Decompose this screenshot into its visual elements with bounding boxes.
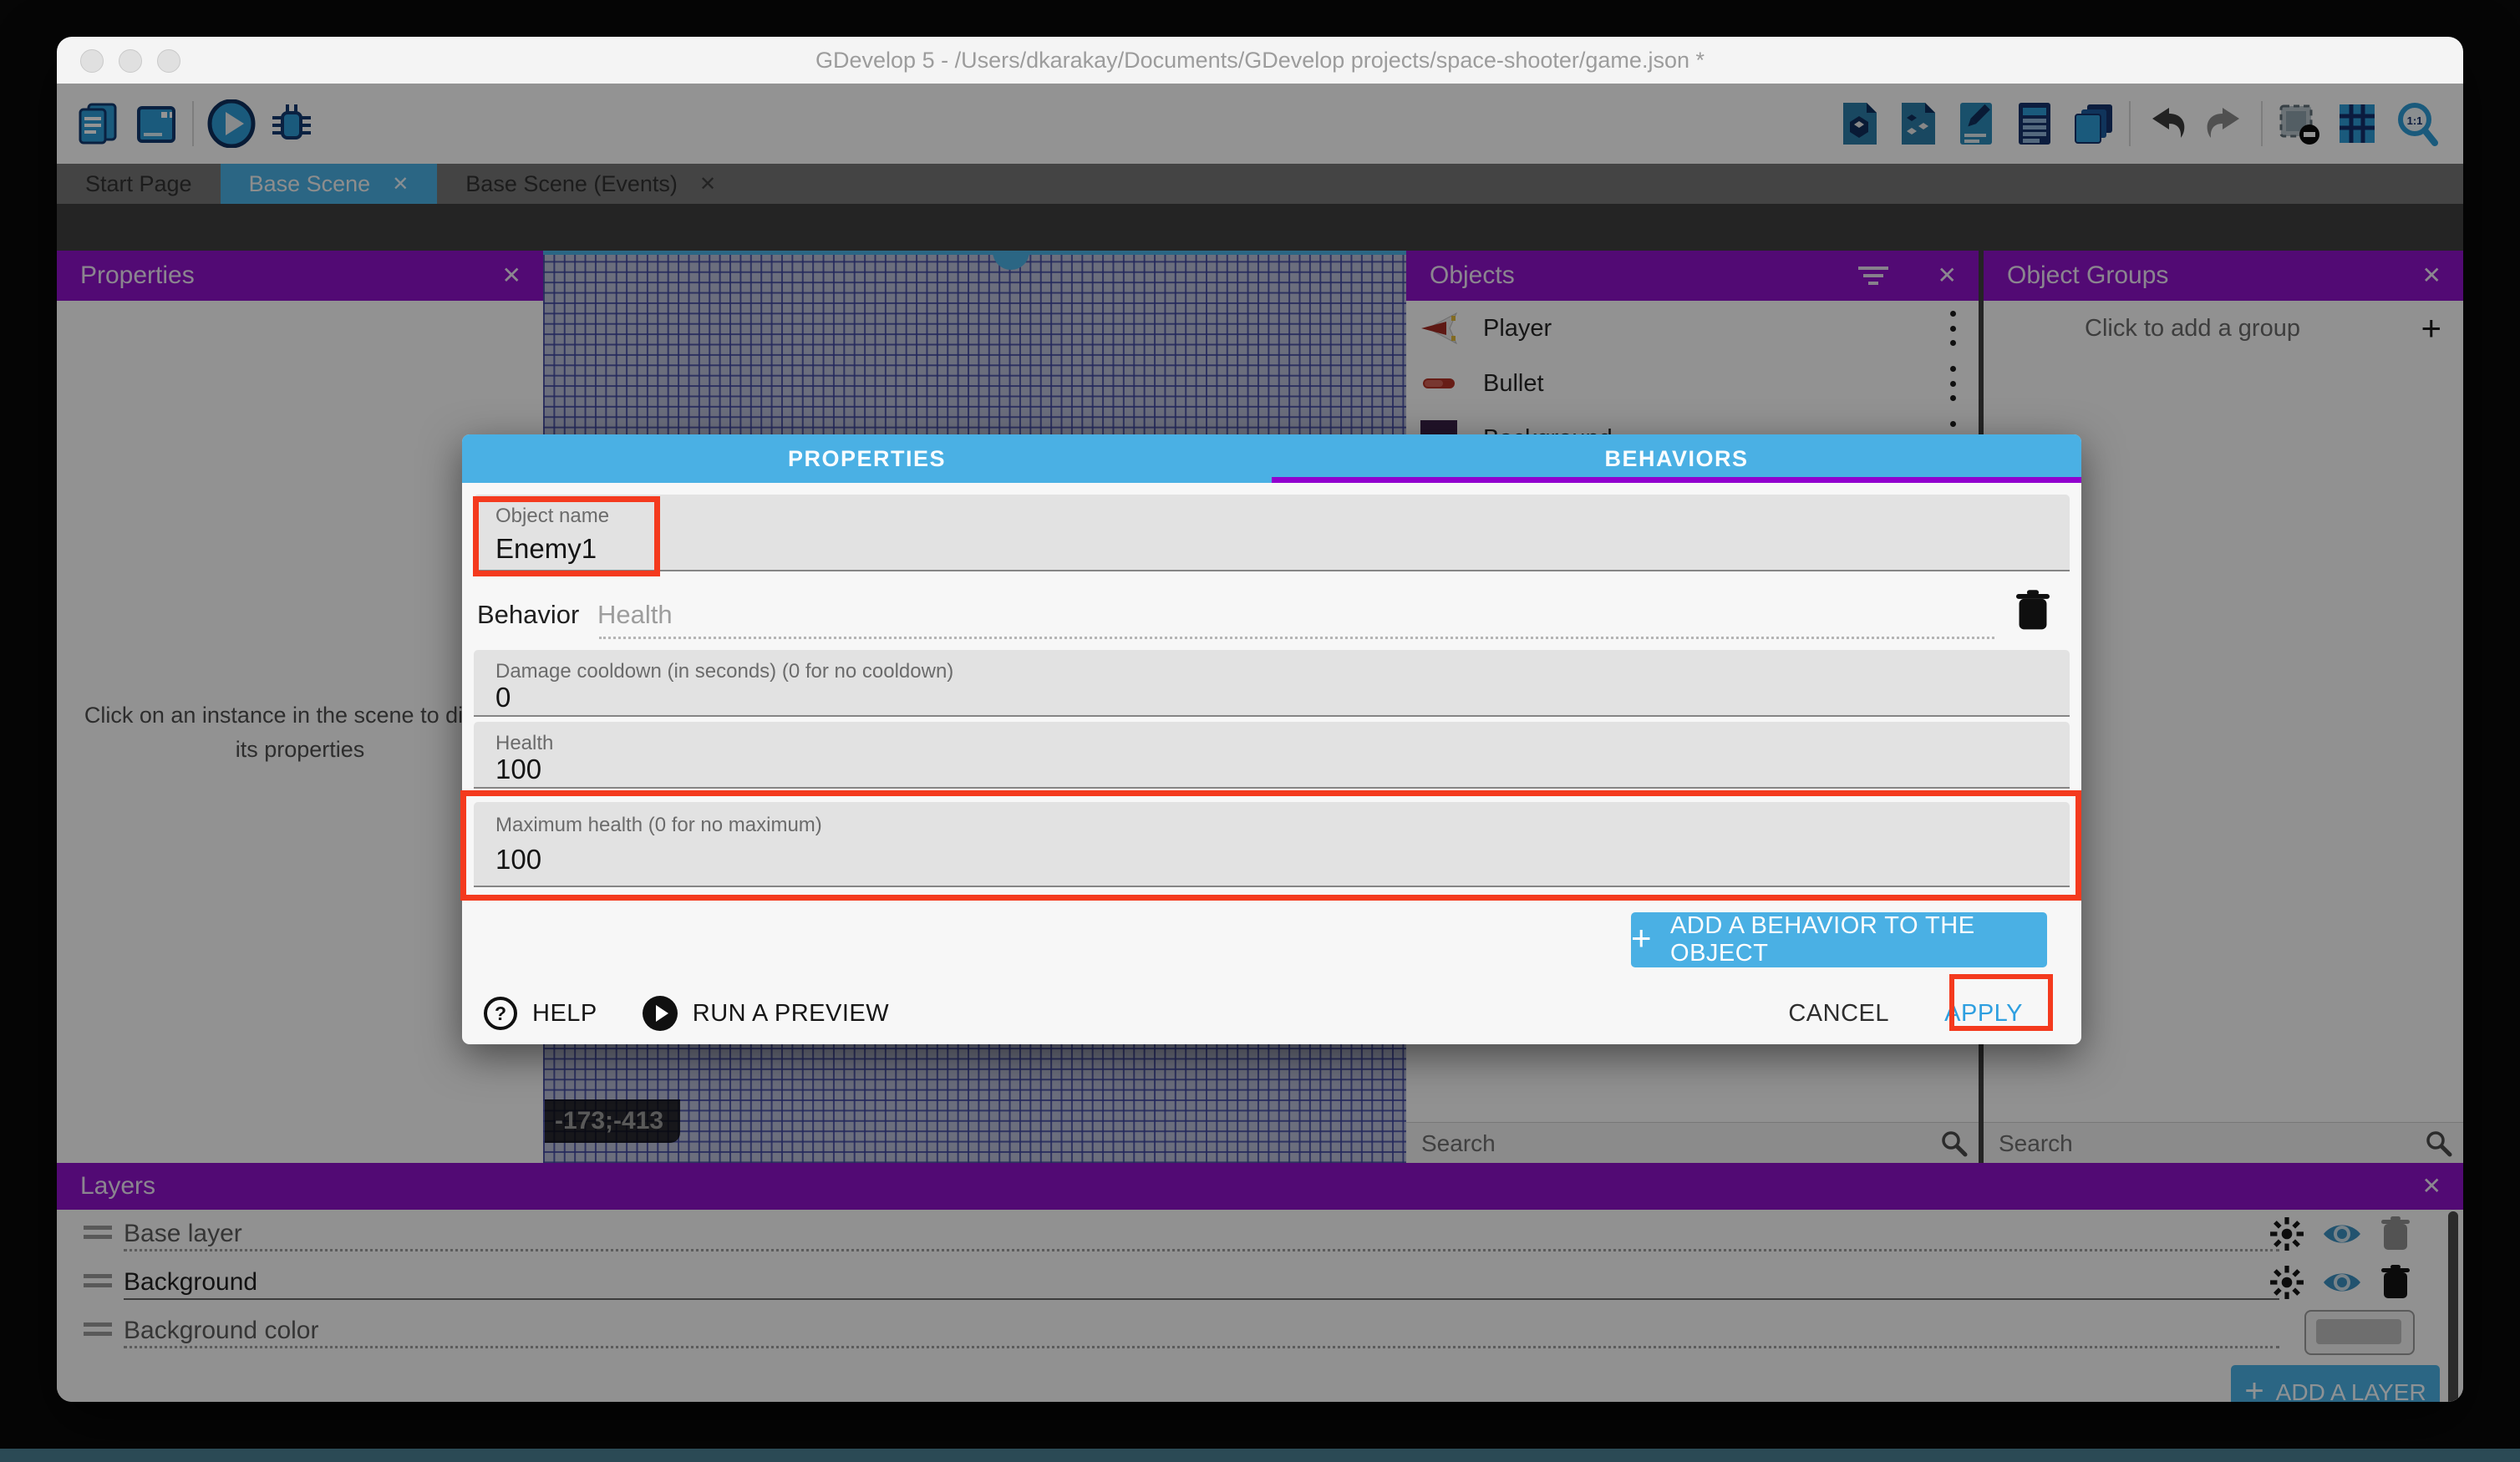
run-preview-button[interactable]: RUN A PREVIEW	[693, 1000, 889, 1028]
active-tab-indicator	[1272, 477, 2081, 483]
annotation-apply-button	[1949, 974, 2053, 1031]
field-label: Damage cooldown (in seconds) (0 for no c…	[495, 660, 953, 683]
desktop-background-strip	[0, 1449, 2520, 1462]
behavior-name-underline	[599, 637, 1994, 639]
dialog-actions-left: ? HELP RUN A PREVIEW	[484, 982, 889, 1044]
window-title: GDevelop 5 - /Users/dkarakay/Documents/G…	[57, 37, 2463, 84]
screenshot-root: GDevelop 5 - /Users/dkarakay/Documents/G…	[0, 0, 2520, 1462]
dialog-tabbar: PROPERTIES BEHAVIORS	[462, 434, 2081, 483]
annotation-object-name	[473, 496, 660, 576]
dialog-actions: ? HELP RUN A PREVIEW CANCEL APPLY	[462, 982, 2081, 1044]
plus-icon: +	[1631, 918, 1652, 958]
annotation-maximum-health	[460, 790, 2081, 901]
field-label: Health	[495, 732, 553, 755]
object-name-field[interactable]: Object name Enemy1	[474, 495, 2070, 571]
help-button[interactable]: HELP	[532, 1000, 597, 1028]
run-preview-icon[interactable]	[643, 996, 678, 1031]
cancel-button[interactable]: CANCEL	[1788, 982, 1889, 1044]
object-editor-dialog: PROPERTIES BEHAVIORS Object name Enemy1 …	[462, 434, 2081, 1044]
damage-cooldown-field[interactable]: Damage cooldown (in seconds) (0 for no c…	[474, 650, 2070, 717]
add-behavior-label: ADD A BEHAVIOR TO THE OBJECT	[1670, 912, 2047, 967]
titlebar: GDevelop 5 - /Users/dkarakay/Documents/G…	[57, 37, 2463, 84]
delete-behavior-trash-icon[interactable]	[2016, 590, 2050, 636]
field-value: 0	[495, 682, 511, 713]
dialog-tab-behaviors[interactable]: BEHAVIORS	[1272, 434, 2081, 483]
field-value: 100	[495, 754, 541, 785]
health-field[interactable]: Health 100	[474, 722, 2070, 789]
behavior-label: Behavior	[477, 600, 579, 630]
behavior-header-row: Behavior Health	[475, 586, 2068, 645]
dialog-tab-properties[interactable]: PROPERTIES	[462, 434, 1272, 483]
add-behavior-button[interactable]: + ADD A BEHAVIOR TO THE OBJECT	[1631, 912, 2047, 967]
help-icon[interactable]: ?	[484, 997, 517, 1030]
question-glyph: ?	[495, 1003, 506, 1025]
behavior-name-input[interactable]: Health	[597, 600, 673, 630]
